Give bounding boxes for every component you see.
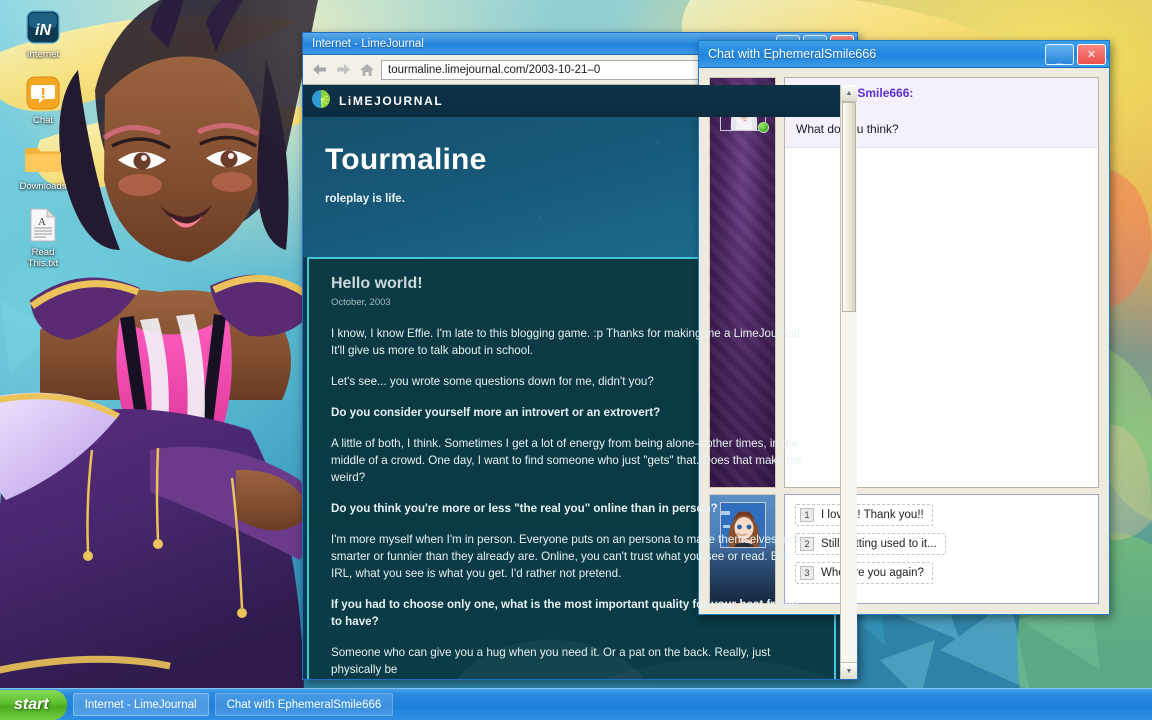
post-paragraph: A little of both, I think. Sometimes I g… bbox=[331, 435, 812, 486]
internet-icon: iN bbox=[24, 8, 62, 46]
message-list[interactable]: EphemeralSmile666: Sooo? What do you thi… bbox=[784, 77, 1099, 488]
reply-text: Still getting used to it... bbox=[821, 538, 937, 550]
desktop-icon-label: Internet bbox=[27, 49, 59, 60]
site-header: LiMEJOURNAL bbox=[303, 85, 840, 117]
chat-titlebar[interactable]: Chat with EphemeralSmile666 _ ✕ bbox=[699, 41, 1109, 68]
site-logo-text: LiMEJOURNAL bbox=[339, 94, 443, 108]
chat-title: Chat with EphemeralSmile666 bbox=[708, 47, 1045, 61]
svg-text:iN: iN bbox=[35, 22, 51, 39]
desktop-icon-chat[interactable]: Chat bbox=[10, 74, 76, 126]
post-paragraph: I know, I know Effie. I'm late to this b… bbox=[331, 325, 812, 359]
limejournal-logo-icon bbox=[311, 89, 331, 114]
reply-text: I love it! Thank you!! bbox=[821, 509, 924, 521]
post-paragraph: I'm more myself when I'm in person. Ever… bbox=[331, 531, 812, 582]
reply-option[interactable]: 3 Who are you again? bbox=[795, 562, 933, 584]
chat-conversation-area: EphemeralSmile666: Sooo? What do you thi… bbox=[699, 68, 1109, 494]
reply-option[interactable]: 2 Still getting used to it... bbox=[795, 533, 946, 555]
scroll-down-button[interactable]: ▼ bbox=[841, 662, 857, 679]
reply-option[interactable]: 1 I love it! Thank you!! bbox=[795, 504, 933, 526]
forward-arrow-icon[interactable] bbox=[333, 60, 353, 80]
desktop-icon-internet[interactable]: iN Internet bbox=[10, 8, 76, 60]
post-body: I know, I know Effie. I'm late to this b… bbox=[331, 325, 812, 678]
reply-text: Who are you again? bbox=[821, 567, 924, 579]
chat-window-controls: _ ✕ bbox=[1045, 44, 1106, 65]
taskbar: start Internet - LimeJournal Chat with E… bbox=[0, 688, 1152, 720]
post-question: If you had to choose only one, what is t… bbox=[331, 596, 812, 630]
desktop-icon-readme[interactable]: A ReadThis.txt bbox=[10, 206, 76, 269]
desktop-icon-label: Downloads bbox=[20, 181, 67, 192]
post-paragraph: Let's see... you wrote some questions do… bbox=[331, 373, 812, 390]
desktop-icon-label: Chat bbox=[33, 115, 53, 126]
browser-scrollbar[interactable]: ▲ ▼ bbox=[840, 85, 857, 679]
desktop[interactable]: iN Internet Chat bbox=[0, 0, 1152, 720]
scrollbar-track[interactable] bbox=[841, 102, 857, 662]
post-question: Do you consider yourself more an introve… bbox=[331, 404, 812, 421]
taskbar-item-chat[interactable]: Chat with EphemeralSmile666 bbox=[215, 693, 394, 716]
post-question: Do you think you're more or less "the re… bbox=[331, 500, 812, 517]
desktop-icon-downloads[interactable]: Downloads bbox=[10, 140, 76, 192]
online-status-icon bbox=[758, 122, 769, 133]
scrollbar-thumb[interactable] bbox=[842, 102, 856, 312]
scroll-up-button[interactable]: ▲ bbox=[841, 85, 857, 102]
desktop-icon-label: ReadThis.txt bbox=[28, 247, 59, 269]
chat-minimize-button[interactable]: _ bbox=[1045, 44, 1074, 65]
url-text: tourmaline.limejournal.com/2003-10-21–0 bbox=[388, 64, 600, 76]
back-arrow-icon[interactable] bbox=[309, 60, 329, 80]
home-icon[interactable] bbox=[357, 60, 377, 80]
taskbar-item-browser[interactable]: Internet - LimeJournal bbox=[73, 693, 209, 716]
desktop-icon-column: iN Internet Chat bbox=[10, 8, 76, 269]
contact-avatar-panel bbox=[709, 77, 776, 488]
svg-text:A: A bbox=[38, 216, 46, 228]
folder-icon bbox=[24, 140, 62, 178]
reply-options: 1 I love it! Thank you!! 2 Still getting… bbox=[784, 494, 1099, 604]
chat-icon bbox=[24, 74, 62, 112]
start-button[interactable]: start bbox=[0, 690, 67, 720]
text-file-icon: A bbox=[24, 206, 62, 244]
post-paragraph: Someone who can give you a hug when you … bbox=[331, 644, 812, 678]
chat-close-button[interactable]: ✕ bbox=[1077, 44, 1106, 65]
